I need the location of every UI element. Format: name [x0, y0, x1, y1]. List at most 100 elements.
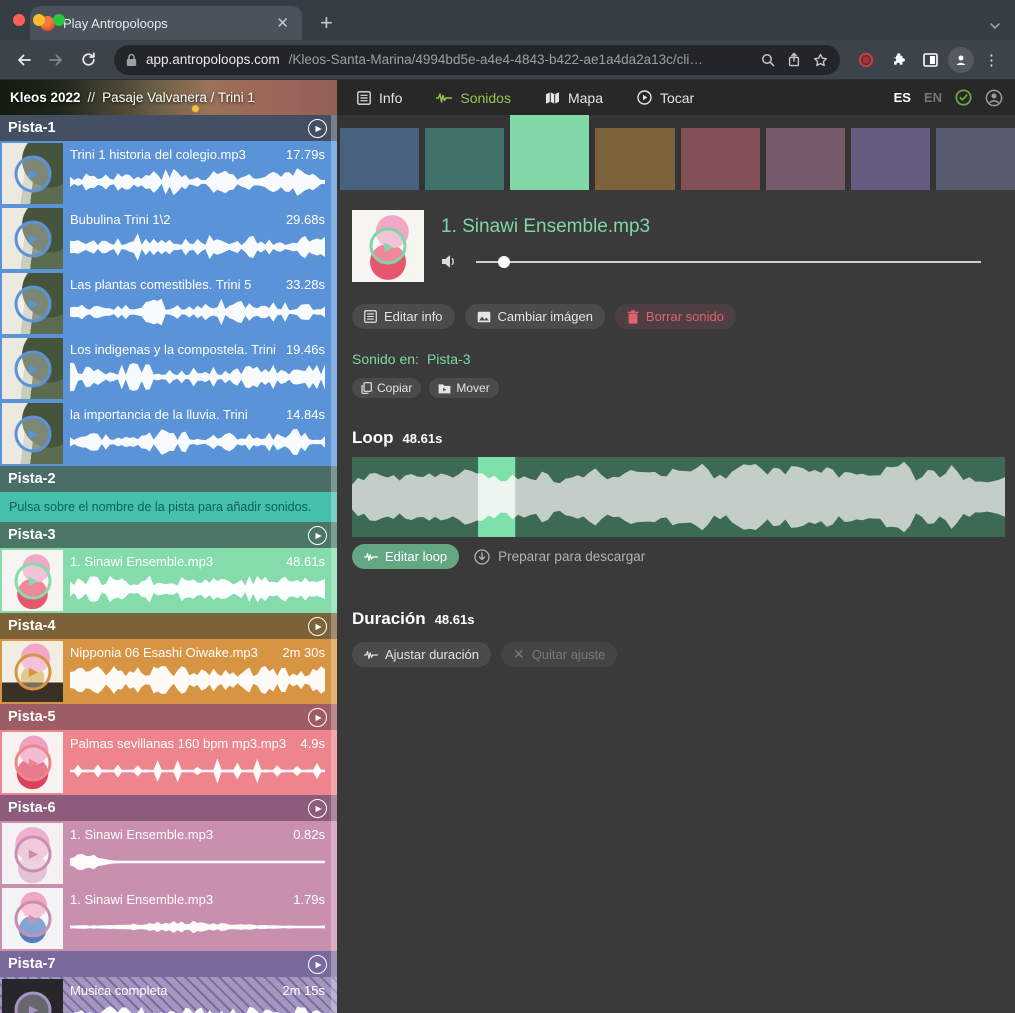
adjust-duration-button[interactable]: Ajustar duración [352, 642, 491, 667]
reload-button[interactable] [74, 46, 102, 74]
play-circle-icon [637, 90, 652, 105]
thumbnail-play-button[interactable]: ▶ [14, 900, 51, 937]
thumbnail-play-button[interactable]: ▶ [14, 350, 51, 387]
share-icon[interactable] [787, 52, 801, 67]
map-icon [545, 91, 560, 105]
copy-button[interactable]: Copiar [352, 378, 421, 398]
track-header-pista-7[interactable]: Pista-7▶ [0, 951, 337, 977]
track-color-swatch-4[interactable] [595, 128, 674, 190]
track-color-swatch-1[interactable] [340, 128, 419, 190]
account-icon[interactable] [985, 89, 1003, 107]
track-color-swatch-7[interactable] [851, 128, 930, 190]
sound-duration: 48.61s [286, 554, 325, 569]
delete-sound-button[interactable]: Borrar sonido [615, 304, 736, 329]
track-header-pista-5[interactable]: Pista-5▶ [0, 704, 337, 730]
sound-item[interactable]: ▶Palmas sevillanas 160 bpm mp3.mp34.9s [0, 730, 337, 795]
tab-sonidos[interactable]: Sonidos [436, 90, 511, 106]
record-extension-icon[interactable] [852, 46, 880, 74]
browser-tab[interactable]: Play Antropoloops ✕ [30, 6, 302, 40]
track-play-button[interactable]: ▶ [308, 526, 327, 545]
track-header-pista-4[interactable]: Pista-4▶ [0, 613, 337, 639]
sound-waveform [70, 166, 325, 198]
sound-duration: 29.68s [286, 212, 325, 227]
track-color-swatch-8[interactable] [936, 128, 1015, 190]
thumbnail-play-button[interactable]: ▶ [14, 155, 51, 192]
tab-list-chevron-icon[interactable] [989, 22, 1001, 30]
track-color-swatch-5[interactable] [681, 128, 760, 190]
sound-thumbnail: ▶ [2, 823, 63, 884]
sound-item[interactable]: ▶Trini 1 historia del colegio.mp317.79s [0, 141, 337, 206]
x-icon: ✕ [513, 646, 525, 663]
move-button[interactable]: Mover [429, 378, 498, 398]
sound-thumbnail: ▶ [2, 732, 63, 793]
track-color-swatch-2[interactable] [425, 128, 504, 190]
zoom-icon[interactable] [761, 53, 775, 67]
sound-item[interactable]: ▶1. Sinawi Ensemble.mp30.82s [0, 821, 337, 886]
track-color-swatch-3[interactable] [510, 115, 589, 190]
track-header-pista-6[interactable]: Pista-6▶ [0, 795, 337, 821]
breadcrumb[interactable]: Kleos 2022 // Pasaje Valvanera / Trini 1 [0, 80, 337, 115]
sidebar-scrollbar[interactable] [331, 115, 337, 1013]
url-bar[interactable]: app.antropoloops.com/Kleos-Santa-Marina/… [114, 45, 840, 75]
back-button[interactable] [10, 46, 38, 74]
track-play-button[interactable]: ▶ [308, 617, 327, 636]
window-minimize-button[interactable] [33, 14, 45, 26]
thumbnail-play-button[interactable]: ▶ [14, 653, 51, 690]
track-section-pista-7: Pista-7▶▶Musica completa2m 15s [0, 951, 337, 1013]
lang-en-button[interactable]: EN [924, 90, 942, 105]
sound-item[interactable]: ▶1. Sinawi Ensemble.mp31.79s [0, 886, 337, 951]
new-tab-button[interactable]: + [314, 10, 339, 36]
tracks-sidebar: Pista-1▶▶Trini 1 historia del colegio.mp… [0, 115, 337, 1013]
track-header-pista-2[interactable]: Pista-2 [0, 466, 337, 492]
thumbnail-play-button[interactable]: ▶ [14, 835, 51, 872]
track-color-swatch-6[interactable] [766, 128, 845, 190]
track-play-button[interactable]: ▶ [308, 955, 327, 974]
sound-thumbnail: ▶ [2, 550, 63, 611]
lang-es-button[interactable]: ES [894, 90, 911, 105]
window-close-button[interactable] [13, 14, 25, 26]
track-header-pista-1[interactable]: Pista-1▶ [0, 115, 337, 141]
thumbnail-play-button[interactable]: ▶ [14, 744, 51, 781]
tab-tocar[interactable]: Tocar [637, 90, 694, 106]
sound-item[interactable]: ▶Nipponia 06 Esashi Oiwake.mp32m 30s [0, 639, 337, 704]
sound-item[interactable]: ▶Las plantas comestibles. Trini 533.28s [0, 271, 337, 336]
loop-waveform[interactable] [352, 457, 1005, 537]
thumbnail-play-button[interactable]: ▶ [14, 220, 51, 257]
sound-item[interactable]: ▶Bubulina Trini 1\229.68s [0, 206, 337, 271]
thumbnail-play-button[interactable]: ▶ [14, 562, 51, 599]
lock-icon [126, 53, 137, 67]
track-play-button[interactable]: ▶ [308, 708, 327, 727]
extensions-puzzle-icon[interactable] [884, 46, 912, 74]
window-zoom-button[interactable] [53, 14, 65, 26]
edit-loop-button[interactable]: Editar loop [352, 544, 459, 569]
sound-location-track[interactable]: Pista-3 [427, 351, 471, 367]
remove-adjust-button[interactable]: ✕ Quitar ajuste [501, 642, 617, 667]
thumbnail-play-button[interactable]: ▶ [370, 228, 407, 265]
profile-avatar[interactable] [948, 47, 974, 73]
volume-knob[interactable] [498, 256, 510, 268]
prepare-download-button[interactable]: Preparar para descargar [474, 549, 645, 565]
browser-menu-icon[interactable]: ⋮ [978, 51, 1005, 69]
track-play-button[interactable]: ▶ [308, 119, 327, 138]
sound-item[interactable]: ▶1. Sinawi Ensemble.mp348.61s [0, 548, 337, 613]
sound-location-label: Sonido en: [352, 351, 419, 367]
edit-info-button[interactable]: Editar info [352, 304, 455, 329]
sound-item[interactable]: ▶la importancia de la lluvia. Trini14.84… [0, 401, 337, 466]
track-play-button[interactable]: ▶ [308, 799, 327, 818]
thumbnail-play-button[interactable]: ▶ [14, 991, 51, 1013]
side-panel-icon[interactable] [916, 46, 944, 74]
change-image-button[interactable]: Cambiar imágen [465, 304, 605, 329]
bookmark-star-icon[interactable] [813, 53, 828, 67]
tab-info[interactable]: Info [357, 90, 402, 106]
sound-item[interactable]: ▶Musica completa2m 15s [0, 977, 337, 1013]
thumbnail-play-button[interactable]: ▶ [14, 415, 51, 452]
url-path: /Kleos-Santa-Marina/4994bd5e-a4e4-4843-b… [289, 52, 752, 67]
sound-item[interactable]: ▶Los indigenas y la compostela. Trini19.… [0, 336, 337, 401]
tab-mapa[interactable]: Mapa [545, 90, 603, 106]
volume-slider[interactable] [476, 255, 981, 269]
url-domain: app.antropoloops.com [146, 52, 280, 67]
track-header-pista-3[interactable]: Pista-3▶ [0, 522, 337, 548]
forward-button[interactable] [42, 46, 70, 74]
tab-close-icon[interactable]: ✕ [273, 16, 292, 31]
thumbnail-play-button[interactable]: ▶ [14, 285, 51, 322]
